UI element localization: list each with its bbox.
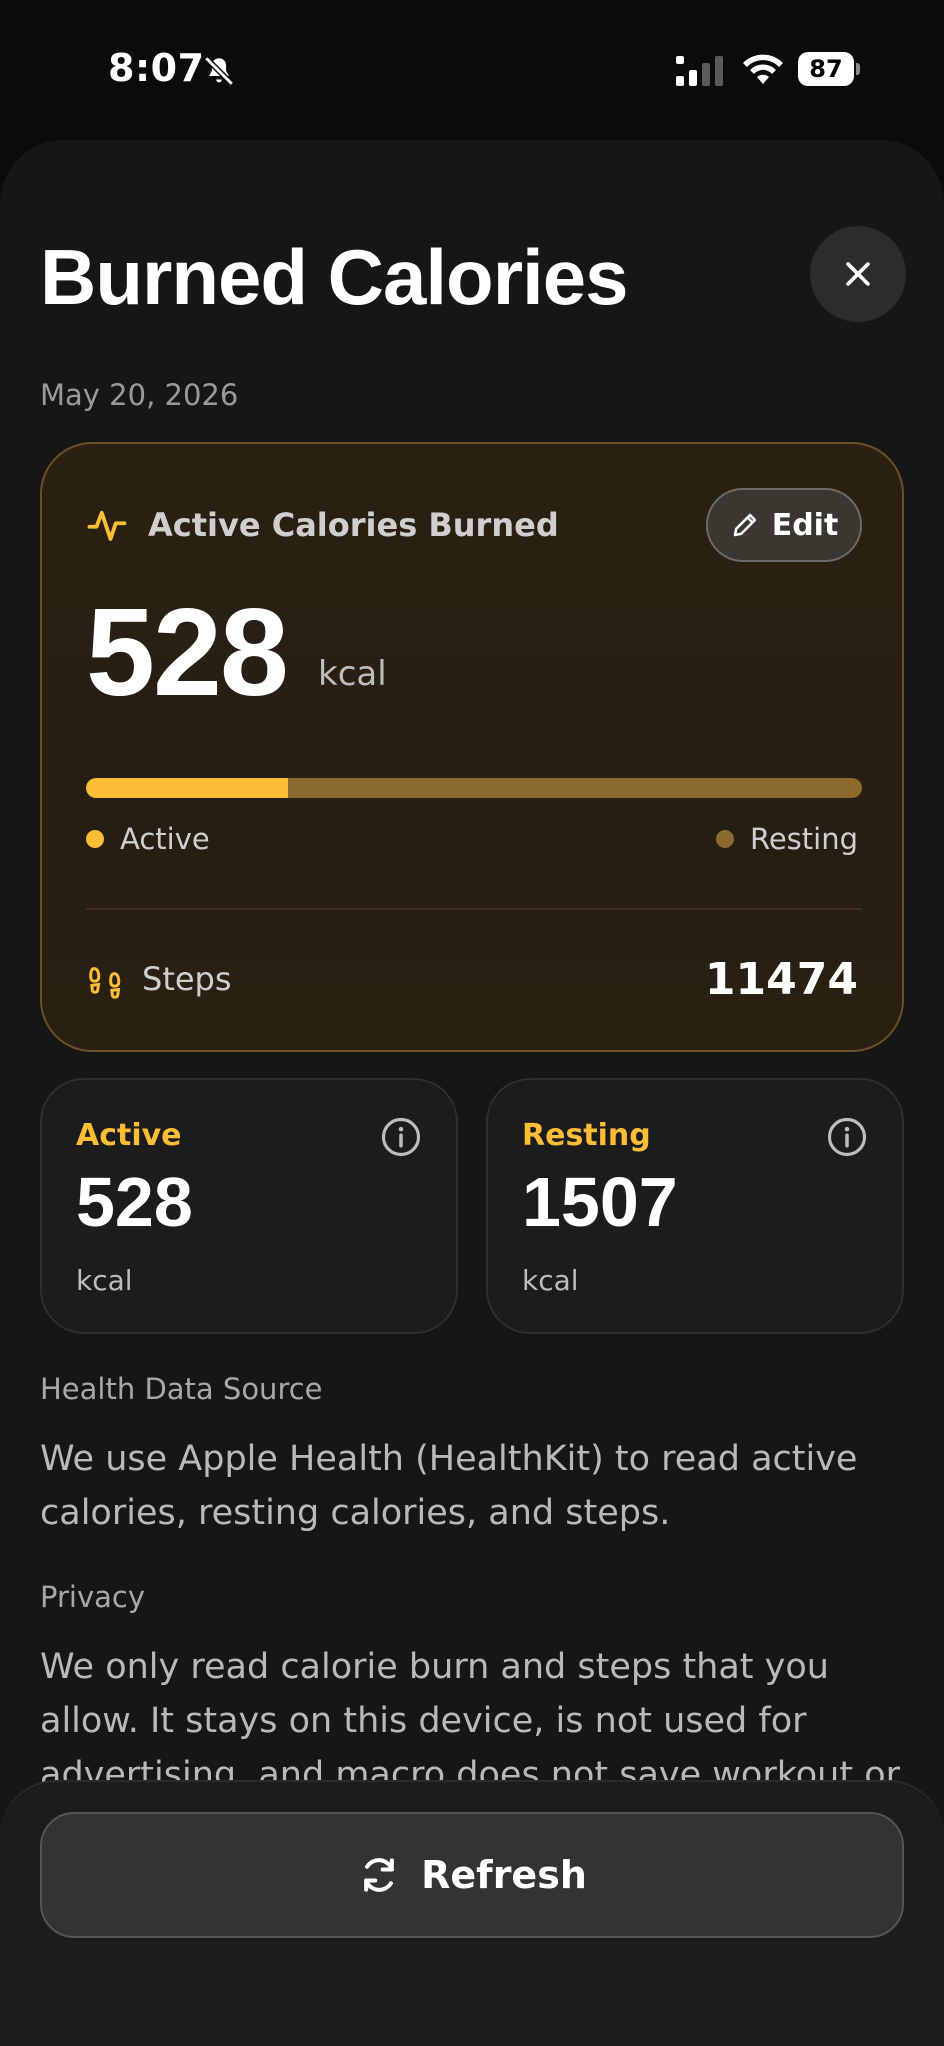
pencil-icon bbox=[733, 513, 756, 537]
resting-card-title: Resting bbox=[522, 1118, 651, 1153]
calories-progress-bar bbox=[86, 778, 862, 798]
refresh-label: Refresh bbox=[421, 1853, 587, 1897]
status-bar: 8:07 87 bbox=[0, 0, 944, 140]
active-summary-card: Active 528 kcal bbox=[40, 1078, 458, 1334]
pulse-icon bbox=[87, 510, 127, 541]
active-calories-card: Active Calories Burned Edit 528 kcal Act… bbox=[40, 442, 904, 1052]
active-calories-value: 528 bbox=[86, 584, 289, 722]
legend-active: Active bbox=[86, 822, 210, 856]
close-button[interactable] bbox=[810, 226, 906, 322]
resting-card-value: 1507 bbox=[522, 1163, 678, 1241]
battery-cap bbox=[856, 63, 860, 75]
status-time: 8:07 bbox=[108, 46, 205, 90]
resting-summary-card: Resting 1507 kcal bbox=[486, 1078, 904, 1334]
battery-level: 87 bbox=[798, 52, 854, 86]
bottom-action-panel: Refresh bbox=[0, 1780, 944, 2046]
info-icon[interactable] bbox=[826, 1116, 868, 1158]
refresh-icon bbox=[364, 1858, 394, 1892]
active-card-unit: kcal bbox=[76, 1264, 133, 1297]
legend-active-label: Active bbox=[120, 822, 210, 856]
source-text: We use Apple Health (HealthKit) to read … bbox=[40, 1439, 858, 1533]
date-label: May 20, 2026 bbox=[40, 378, 239, 412]
page-title: Burned Calories bbox=[40, 233, 628, 321]
wifi-icon bbox=[743, 54, 783, 84]
privacy-heading: Privacy bbox=[40, 1580, 145, 1614]
steps-label: Steps bbox=[142, 960, 232, 998]
active-progress-fill bbox=[86, 778, 288, 798]
divider bbox=[86, 908, 862, 910]
edit-button[interactable]: Edit bbox=[706, 488, 862, 562]
bell-slash-icon bbox=[204, 56, 234, 86]
edit-label: Edit bbox=[771, 507, 839, 543]
active-card-value: 528 bbox=[76, 1163, 193, 1241]
legend-resting: Resting bbox=[715, 822, 858, 856]
resting-dot bbox=[715, 830, 734, 848]
steps-value: 11474 bbox=[704, 954, 858, 1005]
card-label: Active Calories Burned bbox=[148, 506, 559, 544]
footsteps-icon bbox=[89, 967, 121, 999]
battery-indicator: 87 bbox=[798, 52, 860, 86]
info-icon[interactable] bbox=[380, 1116, 422, 1158]
refresh-button[interactable]: Refresh bbox=[40, 1812, 904, 1938]
close-icon bbox=[846, 262, 870, 286]
legend-resting-label: Resting bbox=[749, 822, 858, 856]
resting-card-unit: kcal bbox=[522, 1264, 579, 1297]
active-calories-unit: kcal bbox=[318, 654, 387, 694]
source-heading: Health Data Source bbox=[40, 1372, 323, 1406]
active-card-title: Active bbox=[76, 1118, 182, 1153]
calories-sheet: Burned Calories May 20, 2026 Active Calo… bbox=[0, 140, 944, 2046]
signal-icon bbox=[676, 56, 723, 86]
active-dot bbox=[86, 830, 104, 848]
